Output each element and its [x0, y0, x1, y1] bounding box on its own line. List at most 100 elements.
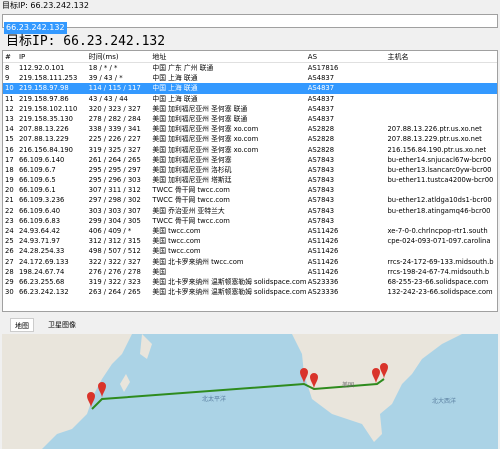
cell-ip: 207.88.13.229 [18, 135, 69, 144]
ocean-label-pacific: 北太平洋 [202, 396, 227, 403]
cell-index: 9 [5, 74, 10, 83]
cell-address: 美国 加利福尼亚州 圣何塞 xo.com [152, 145, 259, 154]
cell-hostname: bu-ether13.lsancarc0yw-bcr00 [387, 165, 492, 174]
cell-address: 中国 广东 广州 联通 [152, 64, 214, 72]
table-row[interactable]: 11 219.158.97.86 43 / 43 / 44 中国 上海 联通 AS483… [3, 94, 497, 104]
table-row[interactable]: 14 207.88.13.226 338 / 339 / 341 美国 加利福尼亚州 … [3, 124, 497, 134]
cell-ip: 219.158.35.130 [18, 114, 74, 123]
cell-as: AS11426 [307, 227, 339, 235]
cell-time: 261 / 264 / 265 [88, 155, 141, 164]
cell-hostname [385, 73, 497, 83]
table-row[interactable]: 21 66.109.3.236 297 / 298 / 302 TWCC 骨干网 tw… [3, 195, 497, 205]
table-row[interactable]: 20 66.109.6.1 307 / 311 / 312 TWCC 骨干网 twcc… [3, 185, 497, 195]
table-row[interactable]: 26 24.28.254.33 498 / 507 / 512 美国 twcc.com… [3, 246, 497, 256]
table-row[interactable]: 18 66.109.6.7 295 / 295 / 297 美国 加利福尼亚州 洛杉矶… [3, 165, 497, 175]
japan-landmass [140, 334, 152, 359]
cell-index: 30 [5, 288, 14, 297]
cell-ip: 24.93.71.97 [18, 237, 61, 246]
cell-time: 312 / 312 / 315 [88, 237, 141, 246]
target-input[interactable]: 66.23.242.132 [2, 14, 498, 34]
cell-as: AS23336 [307, 288, 339, 297]
cell-hostname [385, 104, 497, 114]
cell-as: AS11426 [307, 247, 339, 256]
cell-address: TWCC 骨干网 twcc.com [152, 216, 230, 225]
table-row[interactable]: 25 24.93.71.97 312 / 312 / 315 美国 twcc.com A… [3, 236, 497, 246]
cell-ip: 198.24.67.74 [18, 267, 65, 276]
cell-address: 美国 北卡罗来纳州 twcc.com [152, 257, 244, 266]
cell-as: AS7843 [307, 196, 335, 205]
table-row[interactable]: 30 66.23.242.132 263 / 264 / 265 美国 北卡罗来纳州 … [3, 287, 497, 297]
cell-index: 14 [5, 125, 14, 134]
cell-time: 297 / 298 / 302 [88, 196, 141, 205]
cell-time: 299 / 304 / 305 [88, 216, 141, 225]
cell-hostname: cpe-024-093-071-097.carolina [387, 237, 491, 246]
cell-ip: 24.172.69.133 [18, 257, 69, 266]
cell-index: 12 [5, 104, 14, 113]
table-row[interactable]: 16 216.156.84.190 319 / 325 / 327 美国 加利福尼亚州… [3, 145, 497, 155]
col-header-hostname[interactable]: 主机名 [385, 51, 497, 62]
cell-ip: 66.109.6.5 [18, 176, 56, 185]
cell-hostname [385, 114, 497, 124]
cell-address: 美国 [152, 267, 167, 276]
cell-address: 中国 上海 联通 [152, 94, 198, 103]
cell-time: 276 / 276 / 278 [88, 267, 141, 276]
table-row[interactable]: 10 219.158.97.98 114 / 115 / 117 中国 上海 联通 AS… [3, 83, 497, 94]
cell-time: 278 / 282 / 284 [88, 114, 141, 123]
cell-index: 29 [5, 277, 14, 286]
col-header-index[interactable]: # [3, 51, 17, 62]
cell-as: AS7843 [307, 216, 335, 225]
table-row[interactable]: 28 198.24.67.74 276 / 276 / 278 美国 AS11426 rr… [3, 267, 497, 277]
table-row[interactable]: 27 24.172.69.133 322 / 322 / 327 美国 北卡罗来纳州 … [3, 257, 497, 267]
cell-as: AS4837 [307, 114, 335, 123]
cell-hostname: rrcs-24-172-69-133.midsouth.b [387, 257, 494, 266]
cell-time: 338 / 339 / 341 [88, 125, 141, 134]
table-row[interactable]: 17 66.109.6.140 261 / 264 / 265 美国 加利福尼亚州 圣… [3, 155, 497, 165]
col-header-as[interactable]: AS [306, 51, 386, 62]
table-row[interactable]: 23 66.109.6.83 299 / 304 / 305 TWCC 骨干网 twc… [3, 216, 497, 226]
table-row[interactable]: 15 207.88.13.229 225 / 226 / 227 美国 加利福尼亚州 … [3, 134, 497, 144]
table-row[interactable]: 24 24.93.64.42 406 / 409 / * 美国 twcc.com AS1… [3, 226, 497, 236]
cell-hostname: 216.156.84.190.ptr.us.xo.net [387, 145, 487, 154]
col-header-address[interactable]: 地址 [150, 51, 305, 62]
cell-as: AS7843 [307, 186, 335, 195]
cell-time: 319 / 325 / 327 [88, 145, 141, 154]
hops-table: # IP 时间(ms) 地址 AS 主机名 8 112.92.0.101 18 / … [2, 50, 498, 312]
table-row[interactable]: 9 219.158.111.253 39 / 43 / * 中国 上海 联通 AS483… [3, 73, 497, 83]
cell-ip: 66.109.6.140 [18, 155, 65, 164]
map-pin-shanghai[interactable] [98, 382, 106, 398]
cell-address: 美国 北卡罗来纳州 温斯顿塞勒姆 solidspace.com [152, 288, 306, 297]
table-row[interactable]: 19 66.109.6.5 295 / 296 / 303 美国 加利福尼亚州 塔斯廷… [3, 175, 497, 185]
tab-satellite[interactable]: 卫星图像 [44, 318, 80, 332]
cell-address: TWCC 骨干网 twcc.com [152, 196, 230, 205]
table-row[interactable]: 29 66.23.255.68 319 / 322 / 323 美国 北卡罗来纳州 温… [3, 277, 497, 287]
cell-ip: 219.158.97.86 [18, 94, 69, 103]
cell-hostname: bu-ether18.atingamq46-bcr00 [387, 206, 491, 215]
cell-ip: 66.109.3.236 [18, 196, 65, 205]
cell-address: 美国 北卡罗来纳州 温斯顿塞勒姆 solidspace.com [152, 277, 306, 286]
cell-index: 11 [5, 94, 14, 103]
table-row[interactable]: 8 112.92.0.101 18 / * / * 中国 广东 广州 联通 AS1781… [3, 63, 497, 73]
table-row[interactable]: 13 219.158.35.130 278 / 282 / 284 美国 加利福尼亚州… [3, 114, 497, 124]
cell-address: 美国 加利福尼亚州 圣何塞 联通 [152, 114, 248, 123]
cell-ip: 66.109.6.7 [18, 165, 56, 174]
route-map[interactable]: 北太平洋 北大西洋 美国 [2, 334, 498, 449]
cell-time: 322 / 322 / 327 [88, 257, 141, 266]
tab-map[interactable]: 地图 [10, 318, 34, 332]
cell-ip: 216.156.84.190 [18, 145, 74, 154]
cell-index: 18 [5, 165, 14, 174]
cell-time: 498 / 507 / 512 [88, 247, 141, 256]
cell-as: AS7843 [307, 176, 335, 185]
table-row[interactable]: 12 219.158.102.110 320 / 323 / 327 美国 加利福尼亚… [3, 104, 497, 114]
cell-time: 406 / 409 / * [88, 227, 132, 235]
table-body: 8 112.92.0.101 18 / * / * 中国 广东 广州 联通 AS1781… [3, 63, 497, 297]
map-tabs: 地图 卫星图像 [10, 318, 80, 332]
cell-address: 美国 乔治亚州 亚特兰大 [152, 206, 225, 215]
cell-as: AS17816 [307, 64, 339, 72]
cell-address: 美国 twcc.com [152, 247, 201, 256]
col-header-time[interactable]: 时间(ms) [87, 51, 151, 62]
table-row[interactable]: 22 66.109.6.40 303 / 303 / 307 美国 乔治亚州 亚特兰大… [3, 206, 497, 216]
cell-index: 25 [5, 237, 14, 246]
col-header-ip[interactable]: IP [17, 51, 87, 62]
cell-as: AS4837 [307, 74, 335, 83]
cell-index: 26 [5, 247, 14, 256]
